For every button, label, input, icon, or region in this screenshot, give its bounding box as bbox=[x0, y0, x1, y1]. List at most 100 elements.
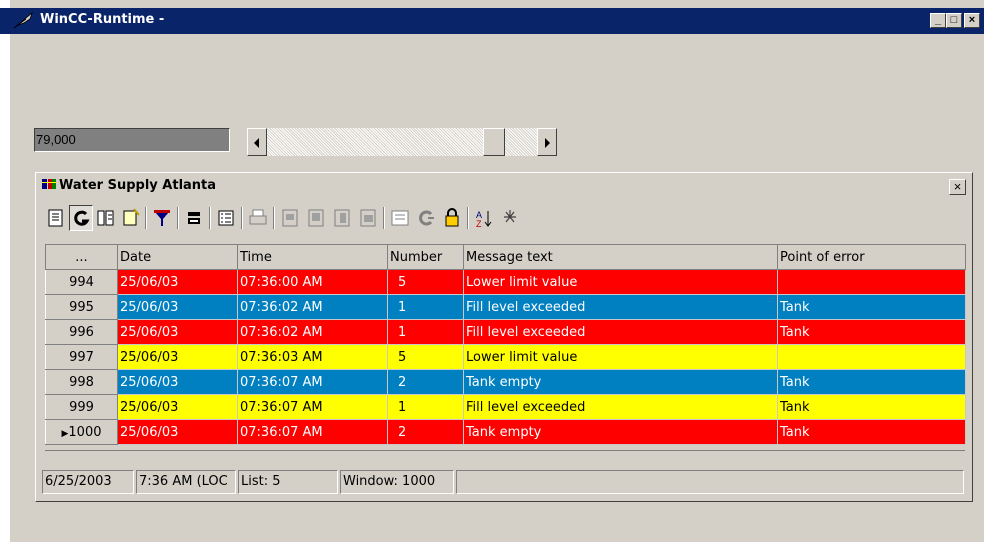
cell-number: 1 bbox=[387, 294, 464, 320]
column-header-index[interactable]: ... bbox=[45, 244, 118, 270]
table-row[interactable]: 998 25/06/03 07:36:07 AM 2 Tank empty Tank bbox=[45, 369, 966, 395]
status-date: 6/25/2003 bbox=[42, 470, 134, 494]
lock-icon-4[interactable] bbox=[356, 205, 380, 231]
timebase-icon[interactable] bbox=[498, 205, 522, 231]
message-list-icon[interactable] bbox=[44, 205, 68, 231]
report-icon[interactable] bbox=[388, 205, 412, 231]
slider-thumb[interactable] bbox=[483, 128, 506, 156]
toolbar-separator bbox=[383, 207, 385, 229]
cell-message-text: Lower limit value bbox=[463, 269, 778, 295]
cell-number: 1 bbox=[387, 319, 464, 345]
row-index: 999 bbox=[45, 394, 118, 420]
alarm-window-title: Water Supply Atlanta bbox=[42, 178, 216, 193]
value-output-field[interactable]: 79,000 bbox=[34, 128, 230, 152]
alarm-control-window: Water Supply Atlanta × A Z ... Date Time… bbox=[35, 172, 973, 502]
table-bottom-bar bbox=[45, 450, 965, 461]
sort-icon[interactable]: AZ bbox=[472, 205, 496, 231]
status-bar: 6/25/2003 7:36 AM (LOC List: 5 Window: 1… bbox=[42, 470, 966, 495]
table-row[interactable]: 999 25/06/03 07:36:07 AM 1 Fill level exceed… bbox=[45, 394, 966, 420]
cell-time: 07:36:00 AM bbox=[237, 269, 388, 295]
cell-date: 25/06/03 bbox=[117, 319, 238, 345]
row-index: 994 bbox=[45, 269, 118, 295]
column-header-message-text[interactable]: Message text bbox=[463, 244, 778, 270]
cell-point-of-error: Tank bbox=[777, 369, 966, 395]
status-window-count: Window: 1000 bbox=[340, 470, 454, 494]
toolbar-separator bbox=[145, 207, 147, 229]
table-row[interactable]: 997 25/06/03 07:36:03 AM 5 Lower limit value bbox=[45, 344, 966, 370]
row-index: 996 bbox=[45, 319, 118, 345]
horizontal-slider[interactable] bbox=[247, 128, 557, 156]
row-index: ▶1000 bbox=[45, 419, 118, 445]
toolbar-separator bbox=[467, 207, 469, 229]
cell-time: 07:36:07 AM bbox=[237, 394, 388, 420]
status-time: 7:36 AM (LOC bbox=[136, 470, 236, 494]
alarm-toolbar: AZ bbox=[42, 202, 966, 238]
arrow-right-icon bbox=[545, 138, 550, 148]
cell-message-text: Tank empty bbox=[463, 369, 778, 395]
toolbar-separator bbox=[177, 207, 179, 229]
scroll-left-button[interactable] bbox=[247, 128, 267, 156]
lock-icon-2[interactable] bbox=[304, 205, 328, 231]
status-list-count: List: 5 bbox=[238, 470, 338, 494]
cell-number: 5 bbox=[387, 269, 464, 295]
table-row[interactable]: 996 25/06/03 07:36:02 AM 1 Fill level exceed… bbox=[45, 319, 966, 345]
cell-date: 25/06/03 bbox=[117, 419, 238, 445]
filter-icon[interactable] bbox=[150, 205, 174, 231]
cell-number: 1 bbox=[387, 394, 464, 420]
cell-time: 07:36:03 AM bbox=[237, 344, 388, 370]
loop-icon[interactable] bbox=[414, 205, 438, 231]
acknowledge-icon[interactable] bbox=[182, 205, 206, 231]
key-icon[interactable] bbox=[440, 205, 464, 231]
alarm-window-close-button[interactable]: × bbox=[949, 179, 966, 195]
row-index: 997 bbox=[45, 344, 118, 370]
window-title: WinCC-Runtime - bbox=[40, 12, 165, 27]
title-bar: WinCC-Runtime - _ □ × bbox=[0, 8, 984, 34]
cell-message-text: Fill level exceeded bbox=[463, 394, 778, 420]
cell-point-of-error bbox=[777, 344, 966, 370]
row-index: 995 bbox=[45, 294, 118, 320]
cell-time: 07:36:02 AM bbox=[237, 294, 388, 320]
cell-point-of-error: Tank bbox=[777, 319, 966, 345]
row-index: 998 bbox=[45, 369, 118, 395]
lock-icon-3[interactable] bbox=[330, 205, 354, 231]
toolbar-separator bbox=[241, 207, 243, 229]
table-row[interactable]: 995 25/06/03 07:36:02 AM 1 Fill level exceed… bbox=[45, 294, 966, 320]
history-icon[interactable] bbox=[69, 205, 93, 231]
cell-date: 25/06/03 bbox=[117, 369, 238, 395]
lock-icon-1[interactable] bbox=[278, 205, 302, 231]
cell-point-of-error: Tank bbox=[777, 419, 966, 445]
print-icon[interactable] bbox=[246, 205, 270, 231]
journal-icon[interactable] bbox=[94, 205, 118, 231]
alarm-window-title-text: Water Supply Atlanta bbox=[59, 178, 217, 193]
hitlist-icon[interactable] bbox=[119, 205, 143, 231]
wincc-runtime-window: WinCC-Runtime - _ □ × 79,000 Water Suppl… bbox=[0, 0, 984, 542]
close-button[interactable]: × bbox=[964, 13, 980, 28]
left-edge bbox=[0, 0, 10, 542]
column-header-number[interactable]: Number bbox=[387, 244, 464, 270]
cell-date: 25/06/03 bbox=[117, 294, 238, 320]
alarm-table: ... Date Time Number Message text Point … bbox=[45, 244, 966, 445]
row-index-text: 1000 bbox=[68, 424, 102, 440]
cell-date: 25/06/03 bbox=[117, 344, 238, 370]
cell-point-of-error: Tank bbox=[777, 394, 966, 420]
table-row[interactable]: 994 25/06/03 07:36:00 AM 5 Lower limit value bbox=[45, 269, 966, 295]
maximize-button[interactable]: □ bbox=[946, 13, 962, 28]
cell-point-of-error bbox=[777, 269, 966, 295]
scroll-right-button[interactable] bbox=[537, 128, 557, 156]
selection-icon[interactable] bbox=[214, 205, 238, 231]
svg-text:Z: Z bbox=[476, 219, 482, 229]
cell-number: 2 bbox=[387, 369, 464, 395]
cell-time: 07:36:02 AM bbox=[237, 319, 388, 345]
arrow-left-icon bbox=[254, 138, 259, 148]
cell-time: 07:36:07 AM bbox=[237, 369, 388, 395]
column-header-point-of-error[interactable]: Point of error bbox=[777, 244, 966, 270]
cell-number: 2 bbox=[387, 419, 464, 445]
minimize-button[interactable]: _ bbox=[930, 13, 946, 28]
column-header-date[interactable]: Date bbox=[117, 244, 238, 270]
column-header-time[interactable]: Time bbox=[237, 244, 388, 270]
cell-time: 07:36:07 AM bbox=[237, 419, 388, 445]
toolbar-separator bbox=[273, 207, 275, 229]
table-row[interactable]: ▶1000 25/06/03 07:36:07 AM 2 Tank empty Tank bbox=[45, 419, 966, 445]
cell-date: 25/06/03 bbox=[117, 394, 238, 420]
cell-message-text: Tank empty bbox=[463, 419, 778, 445]
